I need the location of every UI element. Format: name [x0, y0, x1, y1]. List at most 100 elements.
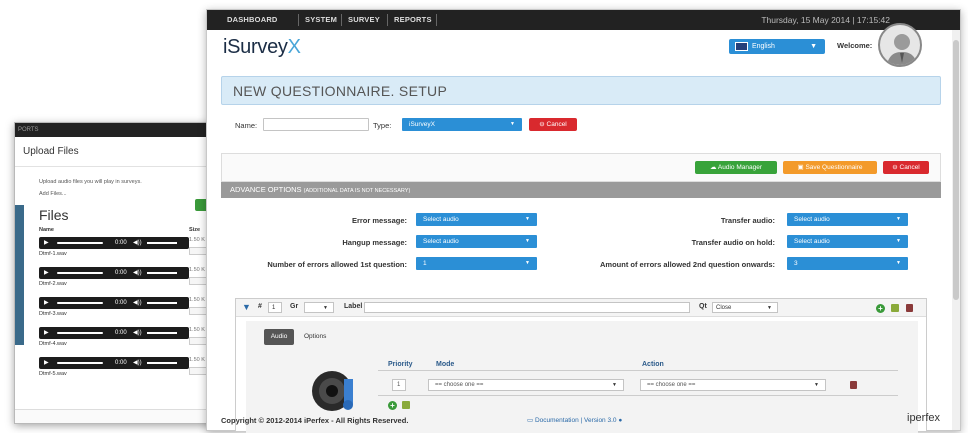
grid-header: Priority Mode Action — [378, 359, 898, 371]
play-icon[interactable]: ▶ — [44, 357, 49, 369]
hangup-message-select[interactable]: Select audio ▼ — [416, 235, 537, 248]
question-header: ▼ # 1 Gr ▼ Label Qt Close ▼ + — [236, 299, 926, 317]
cancel-toolbar-button[interactable]: ⊖ Cancel — [883, 161, 929, 174]
audio-player[interactable]: ▶ 0:00 ◀)) — [39, 357, 189, 369]
player-time: 0:00 — [115, 270, 127, 276]
nav-dashboard[interactable]: DASHBOARD — [227, 10, 278, 30]
chevron-down-icon: ▼ — [810, 43, 817, 50]
transfer-hold-value: Select audio — [794, 238, 830, 245]
volume-icon[interactable]: ◀)) — [133, 357, 142, 369]
audio-player[interactable]: ▶ 0:00 ◀)) — [39, 327, 189, 339]
progress-bar[interactable] — [57, 362, 103, 364]
scrollbar-thumb[interactable] — [953, 40, 959, 300]
chevron-down-icon: ▼ — [896, 238, 901, 244]
volume-bar[interactable] — [147, 242, 177, 244]
transfer-audio-select[interactable]: Select audio ▼ — [787, 213, 908, 226]
question-number-input[interactable]: 1 — [268, 302, 282, 313]
play-icon[interactable]: ▶ — [44, 297, 49, 309]
file-row: ▶ 0:00 ◀)) Dtmf-2.wav 1.50 K — [39, 267, 229, 297]
volume-icon[interactable]: ◀)) — [133, 267, 142, 279]
transfer-hold-select[interactable]: Select audio ▼ — [787, 235, 908, 248]
audio-manager-button[interactable]: ☁ Audio Manager — [695, 161, 777, 174]
monitor-icon: ▭ — [527, 417, 534, 424]
volume-bar[interactable] — [147, 362, 177, 364]
chevron-down-icon: ▼ — [510, 121, 515, 127]
files-heading: Files — [39, 207, 69, 223]
info-icon: ● — [618, 417, 623, 424]
trash-icon[interactable] — [906, 304, 913, 312]
progress-bar[interactable] — [57, 302, 103, 304]
question-panel: ▼ # 1 Gr ▼ Label Qt Close ▼ + Audio Optio… — [235, 298, 927, 433]
nav-separator — [341, 14, 342, 26]
edit-icon[interactable] — [402, 401, 410, 409]
error-message-select[interactable]: Select audio ▼ — [416, 213, 537, 226]
current-datetime: Thursday, 15 May 2014 | 17:15:42 — [761, 15, 890, 25]
nav-separator — [298, 14, 299, 26]
upload-description: Upload audio files you will play in surv… — [39, 179, 142, 185]
documentation-label: Documentation | Version 3.0 — [534, 417, 617, 424]
file-size: 1.50 K — [189, 327, 205, 333]
errors-second-value: 3 — [794, 260, 798, 267]
file-size: 1.50 K — [189, 237, 205, 243]
vertical-scrollbar[interactable] — [952, 30, 960, 430]
volume-bar[interactable] — [147, 302, 177, 304]
cloud-upload-icon: ☁ — [709, 164, 717, 171]
volume-bar[interactable] — [147, 272, 177, 274]
language-select[interactable]: English ▼ — [729, 39, 825, 54]
play-icon[interactable]: ▶ — [44, 237, 49, 249]
volume-icon[interactable]: ◀)) — [133, 237, 142, 249]
play-icon[interactable]: ▶ — [44, 267, 49, 279]
page-title: NEW QUESTIONNAIRE. SETUP — [233, 83, 448, 99]
minus-circle-icon: ⊖ — [892, 164, 898, 171]
nav-system[interactable]: SYSTEM — [305, 10, 337, 30]
main-window: DASHBOARD SYSTEM SURVEY REPORTS Thursday… — [206, 9, 961, 433]
volume-icon[interactable]: ◀)) — [133, 297, 142, 309]
cancel-setup-button[interactable]: ⊖ Cancel — [529, 118, 577, 131]
app-logo[interactable]: iSurveyX — [223, 36, 301, 59]
cancel-setup-label: Cancel — [546, 121, 567, 128]
logo-text: iSurvey — [223, 36, 288, 58]
avatar[interactable] — [878, 23, 922, 67]
tab-audio[interactable]: Audio — [264, 329, 294, 345]
add-circle-icon[interactable]: + — [388, 401, 397, 410]
add-circle-icon[interactable]: + — [876, 304, 885, 313]
nav-reports[interactable]: REPORTS — [394, 10, 432, 30]
progress-bar[interactable] — [57, 332, 103, 334]
volume-bar[interactable] — [147, 332, 177, 334]
logo-x: X — [287, 36, 301, 58]
edit-icon[interactable] — [891, 304, 899, 312]
speaker-icon — [312, 371, 353, 411]
nav-survey[interactable]: SURVEY — [348, 10, 380, 30]
trash-icon[interactable] — [850, 381, 857, 389]
col-mode: Mode — [436, 361, 455, 368]
progress-bar[interactable] — [57, 272, 103, 274]
tab-options[interactable]: Options — [304, 329, 326, 345]
audio-player[interactable]: ▶ 0:00 ◀)) — [39, 267, 189, 279]
filter-icon[interactable]: ▼ — [242, 302, 251, 312]
mode-select[interactable]: == choose one == ▼ — [428, 379, 624, 391]
transfer-audio-value: Select audio — [794, 216, 830, 223]
documentation-link[interactable]: ▭ Documentation | Version 3.0 ● — [527, 416, 622, 424]
audio-player[interactable]: ▶ 0:00 ◀)) — [39, 297, 189, 309]
label-input[interactable] — [364, 302, 690, 313]
priority-input[interactable]: 1 — [392, 379, 406, 391]
errors-second-select[interactable]: 3 ▼ — [787, 257, 908, 270]
files-col-name: Name — [39, 227, 54, 233]
upload-window-footer — [15, 409, 235, 423]
group-select[interactable]: ▼ — [304, 302, 334, 313]
files-col-size: Size — [189, 227, 201, 233]
type-select[interactable]: iSurveyX ▼ — [402, 118, 522, 131]
errors-first-select[interactable]: 1 ▼ — [416, 257, 537, 270]
upload-files-window: PORTS Upload Files Upload audio files yo… — [14, 122, 236, 424]
name-input[interactable] — [263, 118, 369, 131]
save-questionnaire-button[interactable]: ▣ Save Questionnaire — [783, 161, 877, 174]
action-select[interactable]: == choose one == ▼ — [640, 379, 826, 391]
play-icon[interactable]: ▶ — [44, 327, 49, 339]
question-type-select[interactable]: Close ▼ — [712, 302, 778, 313]
audio-player[interactable]: ▶ 0:00 ◀)) — [39, 237, 189, 249]
add-files-link[interactable]: Add Files... — [39, 191, 67, 197]
volume-icon[interactable]: ◀)) — [133, 327, 142, 339]
qt-label: Qt — [699, 303, 707, 310]
transfer-audio-label: Transfer audio: — [720, 216, 775, 225]
progress-bar[interactable] — [57, 242, 103, 244]
